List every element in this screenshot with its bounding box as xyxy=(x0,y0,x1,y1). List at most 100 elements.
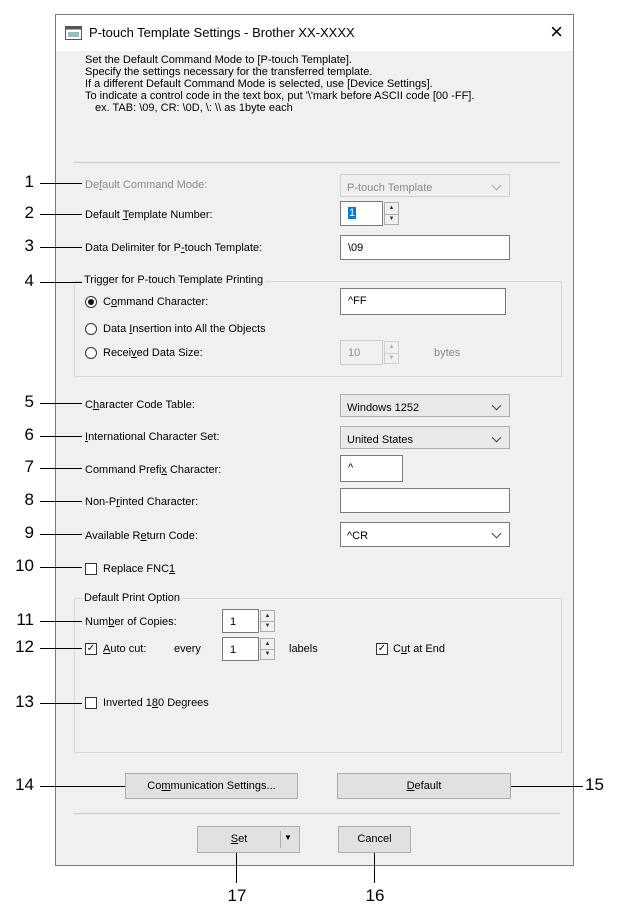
callout-line xyxy=(40,534,82,535)
command-character-label: Command Character: xyxy=(103,296,209,308)
command-prefix-input[interactable]: ^ xyxy=(340,455,403,482)
callout-line xyxy=(374,853,375,883)
intro-line: Set the Default Command Mode to [P-touch… xyxy=(85,54,352,66)
title-bar: P-touch Template Settings - Brother XX-X… xyxy=(56,15,573,51)
callout-number: 9 xyxy=(24,523,34,542)
non-printed-label: Non-Printed Character: xyxy=(85,496,199,508)
callout-number: 10 xyxy=(15,556,34,575)
auto-cut-spinner[interactable]: ▲ ▼ xyxy=(260,638,275,660)
app-window-icon xyxy=(65,26,82,40)
spin-down-icon[interactable]: ▼ xyxy=(261,621,274,631)
callout-line xyxy=(40,621,82,622)
data-insertion-radio[interactable] xyxy=(85,323,97,335)
callout-line xyxy=(40,786,125,787)
callout-line xyxy=(40,214,82,215)
copies-label: Number of Copies: xyxy=(85,616,177,628)
inverted-checkbox[interactable] xyxy=(85,697,97,709)
callout-line xyxy=(40,703,82,704)
intro-text: Set the Default Command Mode to [P-touch… xyxy=(85,54,474,114)
default-template-number-label: Default Template Number: xyxy=(85,209,213,221)
spin-down-icon[interactable]: ▼ xyxy=(385,353,398,364)
chevron-down-icon xyxy=(491,400,502,411)
dropdown-arrow-icon[interactable]: ▼ xyxy=(284,833,292,842)
callout-number: 8 xyxy=(24,490,34,509)
callout-line xyxy=(40,436,82,437)
non-printed-input[interactable] xyxy=(340,488,510,513)
spin-down-icon[interactable]: ▼ xyxy=(385,214,398,225)
callout-number: 13 xyxy=(15,692,34,711)
command-prefix-label: Command Prefix Character: xyxy=(85,464,222,476)
cut-at-end-label: Cut at End xyxy=(393,643,445,655)
return-code-select[interactable]: ^CR xyxy=(340,522,510,547)
callout-number: 6 xyxy=(24,425,34,444)
auto-cut-label: Auto cut: xyxy=(103,643,147,655)
cut-at-end-checkbox[interactable]: ✓ xyxy=(376,643,388,655)
intro-line: Specify the settings necessary for the t… xyxy=(85,66,373,78)
auto-cut-interval-input[interactable]: 1 xyxy=(222,637,259,661)
callout-number: 4 xyxy=(24,271,34,290)
window-title: P-touch Template Settings - Brother XX-X… xyxy=(89,25,355,40)
data-size-spinner[interactable]: ▲ ▼ xyxy=(384,341,399,364)
international-charset-label: International Character Set: xyxy=(85,431,220,443)
callout-number: 3 xyxy=(24,236,34,255)
every-label: every xyxy=(174,643,201,655)
callout-number: 2 xyxy=(24,203,34,222)
trigger-group-title: Trigger for P-touch Template Printing xyxy=(82,274,266,286)
callout-number: 7 xyxy=(24,457,34,476)
callout-number: 12 xyxy=(15,637,34,656)
command-character-input[interactable]: ^FF xyxy=(340,288,506,315)
callout-number: 14 xyxy=(15,775,34,794)
default-button[interactable]: Default xyxy=(337,773,511,799)
received-data-size-input[interactable]: 10 xyxy=(340,340,383,365)
command-character-radio[interactable] xyxy=(85,296,97,308)
callout-line xyxy=(40,403,82,404)
callout-number: 16 xyxy=(365,886,385,905)
bytes-unit-label: bytes xyxy=(434,347,461,359)
intro-line: If a different Default Command Mode is s… xyxy=(85,78,433,90)
received-data-size-radio[interactable] xyxy=(85,347,97,359)
chevron-down-icon xyxy=(491,180,502,191)
callout-number: 17 xyxy=(227,886,247,905)
auto-cut-checkbox[interactable]: ✓ xyxy=(85,643,97,655)
callout-line xyxy=(40,183,82,184)
international-charset-select[interactable]: United States xyxy=(340,426,510,449)
copies-input[interactable]: 1 xyxy=(222,609,259,633)
set-button[interactable]: Set ▼ xyxy=(197,826,300,853)
default-command-mode-select[interactable]: P-touch Template xyxy=(340,174,510,197)
character-code-table-select[interactable]: Windows 1252 xyxy=(340,394,510,417)
close-icon[interactable]: × xyxy=(550,19,563,45)
cancel-button[interactable]: Cancel xyxy=(338,826,411,853)
character-code-table-label: Character Code Table: xyxy=(85,399,195,411)
data-delimiter-label: Data Delimiter for P-touch Template: xyxy=(85,242,263,254)
callout-number: 15 xyxy=(585,775,604,794)
default-command-mode-label: Default Command Mode: xyxy=(85,179,208,191)
spin-down-icon[interactable]: ▼ xyxy=(261,649,274,659)
communication-settings-button[interactable]: Communication Settings... xyxy=(125,773,298,799)
callout-line xyxy=(40,282,82,283)
data-insertion-label: Data Insertion into All the Objects xyxy=(103,323,266,335)
separator xyxy=(74,813,560,814)
copies-spinner[interactable]: ▲ ▼ xyxy=(260,610,275,632)
callout-number: 11 xyxy=(16,610,34,629)
callout-number: 1 xyxy=(24,172,34,191)
callout-line xyxy=(511,786,583,787)
chevron-down-icon xyxy=(491,432,502,443)
received-data-size-label: Received Data Size: xyxy=(103,347,203,359)
separator xyxy=(74,162,560,163)
chevron-down-icon xyxy=(491,528,502,539)
callout-line xyxy=(40,567,82,568)
callout-line xyxy=(40,648,82,649)
intro-line: To indicate a control code in the text b… xyxy=(85,90,475,102)
intro-line: ex. TAB: \09, CR: \0D, \: \\ as 1byte ea… xyxy=(95,102,293,114)
default-template-number-input[interactable]: 1 xyxy=(340,201,383,226)
callout-number: 5 xyxy=(24,392,34,411)
template-number-spinner[interactable]: ▲ ▼ xyxy=(384,202,399,225)
replace-fnc1-label: Replace FNC1 xyxy=(103,563,176,575)
callout-line xyxy=(40,468,82,469)
replace-fnc1-checkbox[interactable] xyxy=(85,563,97,575)
inverted-label: Inverted 180 Degrees xyxy=(103,697,209,709)
callout-line xyxy=(40,247,82,248)
data-delimiter-input[interactable]: \09 xyxy=(340,235,510,260)
return-code-label: Available Return Code: xyxy=(85,530,198,542)
labels-unit-label: labels xyxy=(289,643,318,655)
